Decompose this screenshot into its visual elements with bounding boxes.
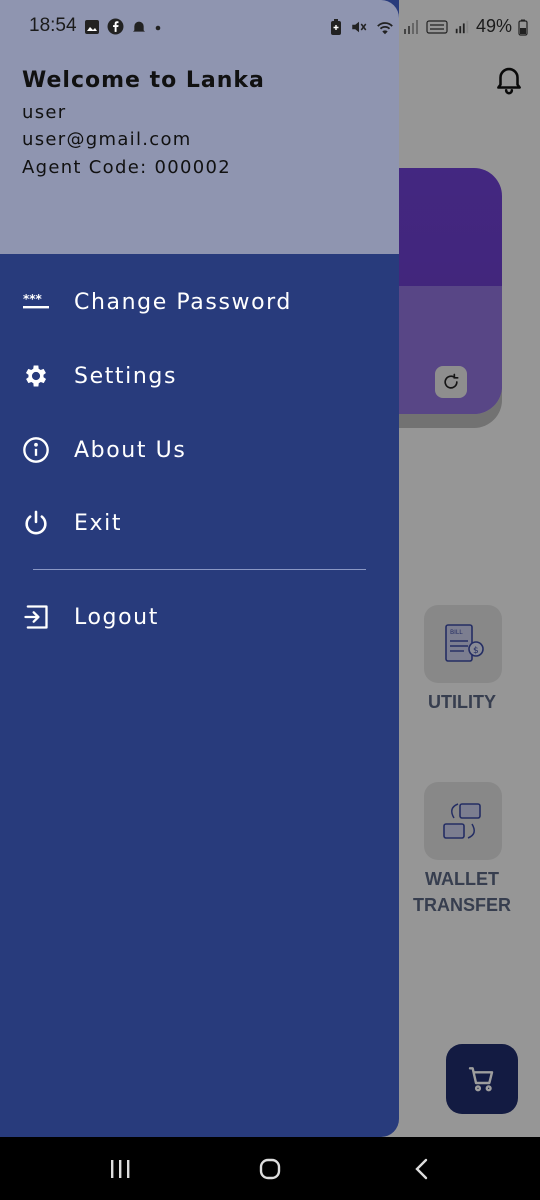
- logout-icon: [22, 603, 50, 631]
- menu-label: Settings: [74, 363, 178, 389]
- password-icon: ***: [22, 288, 50, 316]
- menu-item-logout[interactable]: Logout: [0, 587, 399, 647]
- menu-label: About Us: [74, 437, 187, 463]
- battery-icon: [518, 19, 528, 36]
- more-dot-icon: [155, 25, 161, 30]
- navigation-drawer: Welcome to Lanka user user@gmail.com Age…: [0, 0, 399, 1137]
- gear-icon: [22, 362, 50, 390]
- menu-divider: [33, 569, 366, 570]
- menu-item-change-password[interactable]: *** Change Password: [0, 272, 399, 332]
- svg-text:***: ***: [23, 292, 43, 306]
- signal-roaming-icon: [404, 19, 418, 34]
- menu-label: Logout: [74, 604, 159, 630]
- mute-icon: [352, 21, 367, 32]
- back-icon[interactable]: [402, 1153, 442, 1185]
- agent-code: Agent Code: 000002: [22, 157, 231, 178]
- user-email: user@gmail.com: [22, 129, 192, 150]
- status-time: 18:54: [29, 15, 77, 36]
- home-icon[interactable]: [250, 1153, 290, 1185]
- battery-percentage: 49%: [476, 16, 513, 36]
- system-navigation-bar: [0, 1137, 540, 1200]
- wifi-icon: [377, 21, 393, 34]
- welcome-title: Welcome to Lanka: [22, 68, 265, 93]
- notification-icon: [133, 21, 145, 33]
- signal-icon: [455, 20, 469, 33]
- volte-icon: [426, 19, 448, 34]
- status-bar: 18:54 49%: [0, 0, 540, 56]
- gallery-icon: [85, 19, 99, 34]
- status-left-icons: [84, 18, 162, 35]
- info-icon: [22, 436, 50, 464]
- status-right-icons: 49%: [328, 16, 528, 37]
- power-icon: [22, 509, 50, 537]
- facebook-icon: [107, 18, 124, 35]
- battery-saver-icon: [331, 18, 341, 35]
- menu-label: Exit: [74, 510, 123, 536]
- menu-label: Change Password: [74, 289, 292, 315]
- user-name: user: [22, 102, 67, 123]
- menu-item-about-us[interactable]: About Us: [0, 420, 399, 480]
- recent-apps-icon[interactable]: [100, 1153, 140, 1185]
- menu-item-settings[interactable]: Settings: [0, 346, 399, 406]
- menu-item-exit[interactable]: Exit: [0, 493, 399, 553]
